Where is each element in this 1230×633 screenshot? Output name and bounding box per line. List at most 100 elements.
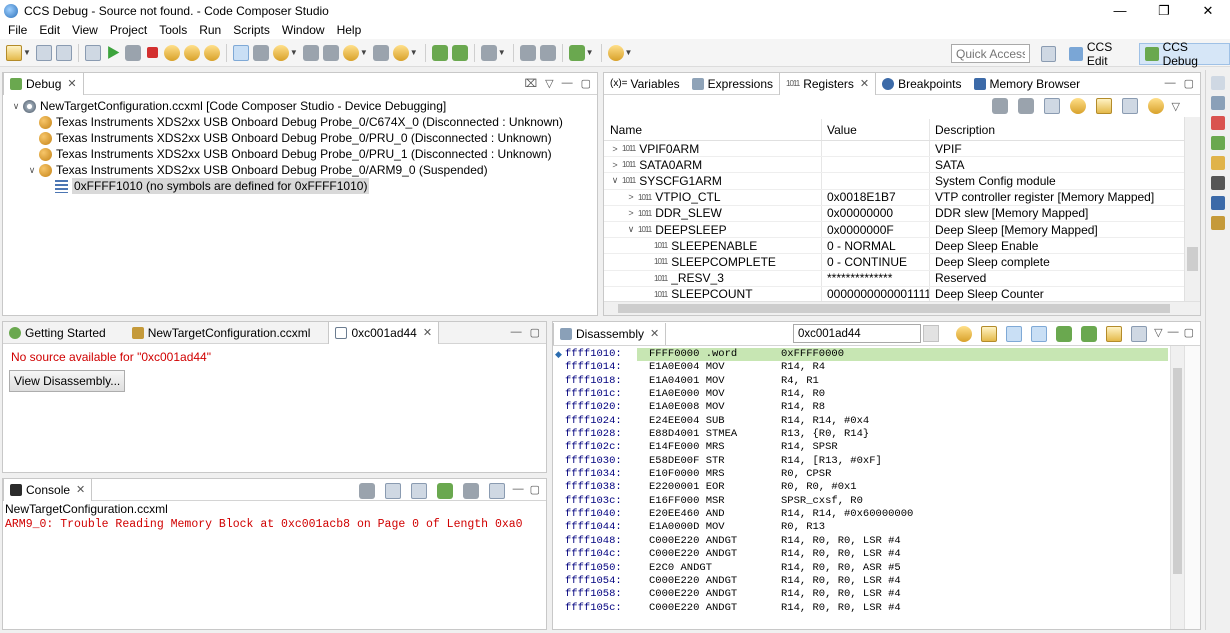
- word-wrap-icon[interactable]: [410, 483, 427, 499]
- disassembly-row[interactable]: ffff1048: C000E220 ANDGT R14, R0, R0, LSR …: [553, 535, 1168, 548]
- layout-icon[interactable]: [1017, 98, 1034, 114]
- expand-toggle-icon[interactable]: >: [624, 208, 638, 218]
- format-icon[interactable]: [1043, 98, 1060, 114]
- instruction-stepping-icon[interactable]: [232, 44, 249, 61]
- open-console-icon[interactable]: [488, 483, 505, 499]
- tab-registers[interactable]: 1011 Registers ✕: [779, 72, 877, 95]
- minimize-view-icon[interactable]: —: [1168, 326, 1179, 342]
- register-row[interactable]: 1011 SLEEPCOMPLETE 0 - CONTINUE Deep Sleep …: [604, 254, 1186, 271]
- export-icon[interactable]: [1121, 98, 1138, 114]
- save-icon[interactable]: [35, 44, 52, 61]
- tasks-icon[interactable]: [1211, 136, 1225, 150]
- disassembly-row[interactable]: ffff101c: E1A0E000 MOV R14, R0: [553, 388, 1168, 401]
- debug-tree-node[interactable]: 0xFFFF1010 (no symbols are defined for 0…: [3, 178, 597, 194]
- tab-memory-browser[interactable]: Memory Browser: [968, 73, 1087, 95]
- sync-icon[interactable]: [1147, 98, 1164, 114]
- address-input[interactable]: [793, 324, 921, 343]
- restart-icon[interactable]: [322, 44, 339, 61]
- disassembly-row[interactable]: ffff1024: E24EE004 SUB R14, R14, #0x4: [553, 415, 1168, 428]
- tab-breakpoints[interactable]: Breakpoints: [876, 73, 967, 95]
- menu-help[interactable]: Help: [331, 23, 368, 37]
- step-assembly-icon[interactable]: [431, 44, 448, 61]
- register-value[interactable]: [822, 157, 930, 173]
- debug-config-icon[interactable]: [84, 44, 101, 61]
- close-icon[interactable]: ✕: [860, 77, 869, 90]
- reset-icon[interactable]: [302, 44, 319, 61]
- debug-tree-node[interactable]: ∨ NewTargetConfiguration.ccxml [Code Comp…: [3, 98, 597, 114]
- menu-scripts[interactable]: Scripts: [227, 23, 276, 37]
- tab-console[interactable]: Console ✕: [3, 478, 93, 501]
- pin-console-icon[interactable]: [436, 483, 453, 499]
- maximize-view-icon[interactable]: ▢: [530, 483, 540, 499]
- step-over-asm-icon[interactable]: [1081, 326, 1098, 342]
- load-program-icon[interactable]: [272, 44, 289, 61]
- register-value[interactable]: 0x00000000: [822, 205, 930, 221]
- minimize-view-icon[interactable]: —: [1165, 77, 1176, 90]
- menu-view[interactable]: View: [66, 23, 104, 37]
- close-icon[interactable]: ✕: [423, 326, 432, 339]
- disassembly-row[interactable]: ffff1050: E2C0 ANDGT R14, R0, R0, ASR #5: [553, 562, 1168, 575]
- home-icon[interactable]: [981, 326, 998, 342]
- register-row[interactable]: ∨ 1011 DEEPSLEEP 0x0000000F Deep Sleep [Memo…: [604, 221, 1186, 239]
- tab-getting-started[interactable]: Getting Started: [3, 322, 112, 344]
- export-disasm-icon[interactable]: [1131, 326, 1148, 342]
- close-button[interactable]: ✕: [1186, 0, 1230, 21]
- problems-icon[interactable]: [1211, 116, 1225, 130]
- view-menu-icon[interactable]: ▽: [545, 77, 553, 90]
- register-row[interactable]: >1011 SATA0ARM SATA: [604, 157, 1186, 174]
- register-row[interactable]: >1011 VPIF0ARM VPIF: [604, 141, 1186, 158]
- tab-debug[interactable]: Debug ✕: [3, 72, 84, 95]
- register-value[interactable]: **************: [822, 270, 930, 286]
- disassembly-row[interactable]: ffff104c: C000E220 ANDGT R14, R0, R0, LSR …: [553, 548, 1168, 561]
- debug-icon[interactable]: [392, 44, 409, 61]
- disassembly-row[interactable]: ffff1020: E1A0E008 MOV R14, R8: [553, 401, 1168, 414]
- memory-view-icon[interactable]: [1211, 196, 1225, 210]
- tab-variables[interactable]: (x)= Variables: [604, 73, 686, 95]
- register-row[interactable]: 1011 _RESV_3 ************** Reserved: [604, 270, 1186, 287]
- expand-toggle-icon[interactable]: >: [624, 192, 638, 202]
- debug-tree-node[interactable]: Texas Instruments XDS2xx USB Onboard Deb…: [3, 146, 597, 162]
- view-menu-icon[interactable]: ▽: [1154, 326, 1162, 342]
- scroll-lock-icon[interactable]: [384, 483, 401, 499]
- disconnect-icon[interactable]: [372, 44, 389, 61]
- go-button[interactable]: [923, 325, 939, 342]
- save-all-icon[interactable]: [55, 44, 72, 61]
- registers-hscroll[interactable]: [604, 301, 1200, 315]
- pin-icon[interactable]: [607, 44, 624, 61]
- close-icon[interactable]: ✕: [650, 327, 659, 340]
- maximize-view-icon[interactable]: ▢: [1184, 326, 1194, 342]
- menu-tools[interactable]: Tools: [153, 23, 193, 37]
- restore-icon[interactable]: [1211, 76, 1225, 90]
- menu-window[interactable]: Window: [276, 23, 331, 37]
- terminal-icon[interactable]: [1211, 176, 1225, 190]
- scroll-thumb[interactable]: [1173, 368, 1182, 574]
- expand-toggle-icon[interactable]: >: [608, 160, 622, 170]
- registers-vscroll[interactable]: [1184, 117, 1200, 301]
- tab-expressions[interactable]: Expressions: [686, 73, 779, 95]
- register-row[interactable]: >1011 VTPIO_CTL 0x0018E1B7 VTP controller r…: [604, 189, 1186, 206]
- register-value[interactable]: 0x0018E1B7: [822, 189, 930, 205]
- disassembly-row[interactable]: ffff1034: E10F0000 MRS R0, CPSR: [553, 468, 1168, 481]
- disassembly-row[interactable]: ffff1054: C000E220 ANDGT R14, R0, R0, LSR …: [553, 575, 1168, 588]
- remove-terminated-icon[interactable]: ⌧: [524, 77, 537, 90]
- minimize-button[interactable]: —: [1098, 0, 1142, 21]
- debug-tree-node[interactable]: ∨ Texas Instruments XDS2xx USB Onboard De…: [3, 162, 597, 178]
- disassembly-row[interactable]: ffff1030: E58DE00F STR R14, [R13, #0xF]: [553, 455, 1168, 468]
- step-over-assembly-icon[interactable]: [451, 44, 468, 61]
- collapse-all-icon[interactable]: [991, 98, 1008, 114]
- disassembly-row[interactable]: ffff1040: E20EE460 AND R14, R14, #0x600000…: [553, 508, 1168, 521]
- expand-toggle-icon[interactable]: ∨: [9, 98, 23, 114]
- step-into-icon[interactable]: [163, 44, 180, 61]
- menu-run[interactable]: Run: [193, 23, 227, 37]
- menu-file[interactable]: File: [2, 23, 33, 37]
- tab-disassembly[interactable]: Disassembly ✕: [553, 322, 667, 345]
- scroll-thumb[interactable]: [1187, 247, 1198, 271]
- minimize-view-icon[interactable]: —: [513, 483, 524, 499]
- register-value[interactable]: 0 - CONTINUE: [822, 254, 930, 270]
- new-icon[interactable]: [6, 44, 22, 61]
- column-description[interactable]: Description: [930, 123, 1186, 137]
- link-with-debug-icon[interactable]: [956, 326, 973, 342]
- perspective-ccs-edit[interactable]: CCS Edit: [1064, 40, 1139, 68]
- memory-icon[interactable]: [539, 44, 556, 61]
- register-row[interactable]: >1011 DDR_SLEW 0x00000000 DDR slew [Memory …: [604, 205, 1186, 222]
